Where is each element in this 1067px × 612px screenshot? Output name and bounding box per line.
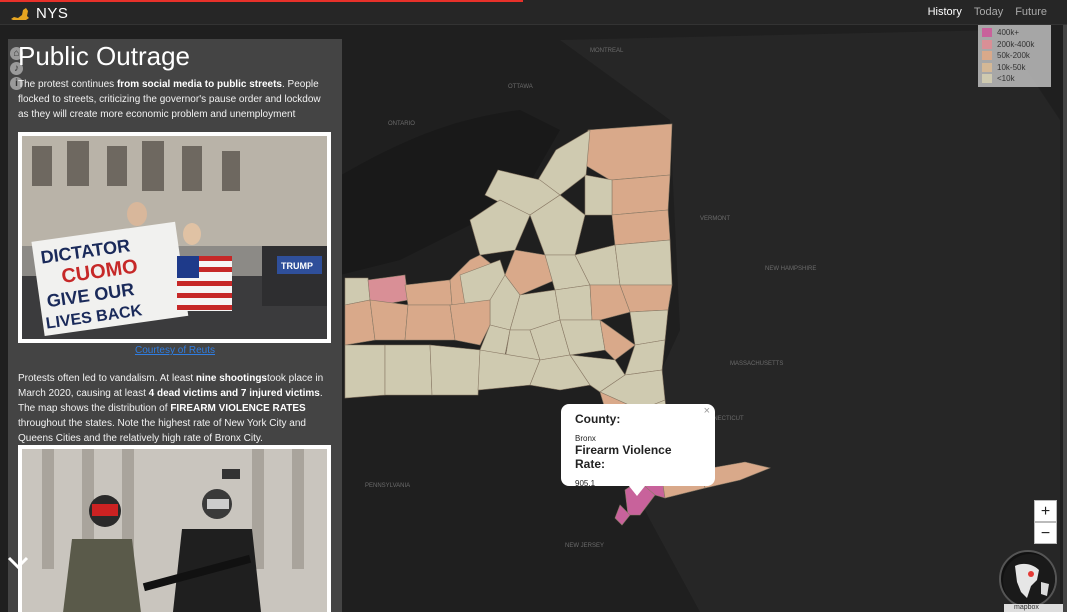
legend-swatch [982, 28, 992, 38]
legend-label: 200k-400k [997, 39, 1035, 49]
legend-swatch [982, 62, 992, 72]
text-bold: from social media to public streets [116, 79, 282, 90]
map-legend: 400k+ 200k-400k 50k-200k 10k-50k <10k [978, 25, 1051, 87]
close-icon[interactable]: × [704, 405, 710, 417]
legend-item: 10k-50k [982, 62, 1047, 74]
map-label: MASSACHUSETTS [730, 361, 783, 367]
nav-future[interactable]: Future [1015, 6, 1047, 18]
top-bar: NYS History Today Future [0, 0, 1067, 25]
legend-item: 200k-400k [982, 39, 1047, 51]
map-label: PENNSYLVANIA [365, 483, 410, 489]
county-label: County: [575, 412, 621, 426]
map-label: OTTAWA [508, 84, 533, 90]
protest-photo-1: DICTATOR CUOMO GIVE OUR LIVES BACK TRUMP [18, 132, 331, 343]
rate-label: Firearm Violence Rate: [575, 443, 672, 471]
sign-text: TRUMP [281, 261, 313, 271]
zoom-out-button[interactable]: − [1034, 522, 1057, 544]
map-attribution[interactable]: mapbox [1004, 604, 1067, 612]
legend-swatch [982, 74, 992, 84]
scroll-down-chevron-icon[interactable] [7, 555, 29, 571]
legend-label: 10k-50k [997, 62, 1026, 72]
photo-credit-link[interactable]: Courtesy of Reuts [8, 345, 342, 356]
text: The protest continues [18, 79, 117, 90]
legend-item: <10k [982, 73, 1047, 85]
county-popup: × County: Bronx Firearm Violence Rate: 9… [561, 404, 715, 496]
legend-label: <10k [997, 74, 1015, 84]
legend-item: 50k-200k [982, 50, 1047, 62]
map-label: NEW JERSEY [565, 543, 604, 549]
zoom-in-button[interactable]: + [1034, 500, 1057, 522]
map-label: VERMONT [700, 216, 730, 222]
text: throughout the states. Note the highest … [18, 418, 306, 444]
map-label: MONTREAL [590, 48, 624, 54]
brand-name: NYS [36, 5, 69, 22]
main-nav: History Today Future [928, 6, 1047, 18]
brand[interactable]: NYS [10, 5, 68, 22]
text-bold: 4 dead victims and 7 injured victims [148, 388, 320, 399]
text: Protests often led to vandalism. At leas… [18, 373, 196, 384]
globe-minimap[interactable] [999, 550, 1057, 608]
violence-paragraph: Protests often led to vandalism. At leas… [18, 371, 330, 446]
page-scrollbar[interactable] [1063, 25, 1067, 612]
protest-photo-2-image [22, 449, 327, 612]
county-value: Bronx [575, 434, 596, 443]
legend-item: 400k+ [982, 27, 1047, 39]
legend-swatch [982, 39, 992, 49]
rate-value: 905.1 [575, 479, 596, 488]
nys-logo-icon [11, 7, 29, 20]
nav-today[interactable]: Today [974, 6, 1003, 18]
legend-label: 400k+ [997, 28, 1020, 38]
text-bold: FIREARM VIOLENCE RATES [170, 403, 306, 414]
protest-photo-1-image: DICTATOR CUOMO GIVE OUR LIVES BACK TRUMP [22, 136, 327, 339]
story-progress-bar [0, 0, 523, 2]
map-label: ONTARIO [388, 121, 415, 127]
panel-title: Public Outrage [18, 41, 190, 71]
protest-photo-2 [18, 445, 331, 612]
legend-label: 50k-200k [997, 51, 1030, 61]
nav-history[interactable]: History [928, 6, 962, 18]
text-bold: nine shootings [195, 373, 267, 384]
story-panel[interactable]: ⌂ ♪ i Public Outrage The protest continu… [8, 39, 342, 612]
map-label: NEW HAMPSHIRE [765, 266, 816, 272]
app-root: OTTAWA MONTREAL ONTARIO VERMONT NEW HAMP… [0, 0, 1067, 612]
intro-paragraph: The protest continues from social media … [18, 77, 330, 122]
legend-swatch [982, 51, 992, 61]
